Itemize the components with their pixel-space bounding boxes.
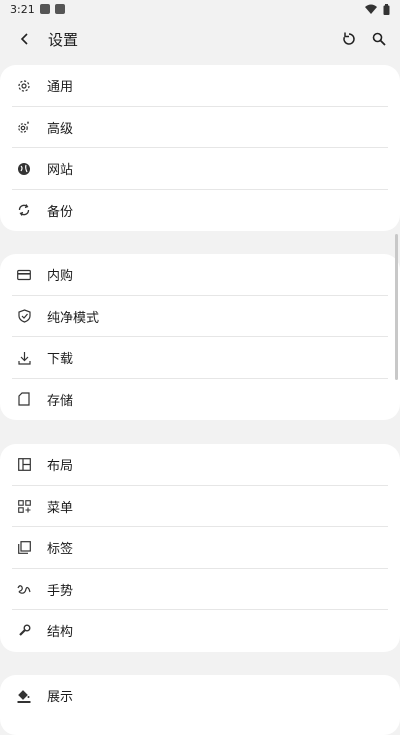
wifi-icon <box>365 4 377 14</box>
settings-item-gesture[interactable]: 手势 <box>0 569 400 611</box>
settings-item-label: 菜单 <box>47 500 74 516</box>
settings-item-download[interactable]: 下载 <box>0 337 400 379</box>
settings-group-general: 通用 高级 网站 备份 <box>0 65 400 231</box>
reset-button[interactable] <box>334 24 364 54</box>
reset-icon <box>343 32 355 45</box>
globe-icon <box>12 162 36 176</box>
settings-item-advanced[interactable]: 高级 <box>0 107 400 149</box>
sync-icon <box>12 203 36 217</box>
settings-item-website[interactable]: 网站 <box>0 148 400 190</box>
credit-card-icon <box>12 269 36 281</box>
layout-icon <box>12 458 36 472</box>
status-right <box>365 3 390 15</box>
settings-item-display[interactable]: 展示 <box>0 675 400 717</box>
download-icon <box>12 351 36 365</box>
settings-item-label: 内购 <box>47 269 74 285</box>
settings-item-general[interactable]: 通用 <box>0 65 400 107</box>
settings-item-storage[interactable]: 存储 <box>0 379 400 421</box>
settings-group-display: 展示 <box>0 675 400 735</box>
menu-grid-icon <box>12 499 36 513</box>
settings-item-purchase[interactable]: 内购 <box>0 254 400 296</box>
settings-item-label: 手势 <box>47 583 74 599</box>
status-bar: 3:21 <box>0 0 400 18</box>
search-button[interactable] <box>364 24 394 54</box>
paint-bucket-icon <box>12 689 36 703</box>
notification-icon <box>54 4 65 14</box>
settings-item-layout[interactable]: 布局 <box>0 444 400 486</box>
status-time: 3:21 <box>10 2 35 16</box>
page-title: 设置 <box>48 30 79 49</box>
back-arrow-icon <box>20 33 28 45</box>
wrench-icon <box>12 624 36 637</box>
settings-item-backup[interactable]: 备份 <box>0 190 400 232</box>
settings-item-label: 结构 <box>47 625 74 641</box>
settings-item-label: 标签 <box>47 542 74 558</box>
gear-icon <box>12 79 36 93</box>
settings-item-label: 下载 <box>47 352 74 368</box>
back-button[interactable] <box>10 24 40 54</box>
tabs-icon <box>12 541 36 555</box>
settings-item-label: 展示 <box>47 690 74 706</box>
app-bar: 设置 <box>0 18 400 60</box>
settings-item-pure-mode[interactable]: 纯净模式 <box>0 296 400 338</box>
settings-item-structure[interactable]: 结构 <box>0 610 400 652</box>
gesture-icon <box>12 583 36 595</box>
settings-item-label: 纯净模式 <box>47 310 100 326</box>
scrollbar[interactable] <box>395 234 398 380</box>
status-left: 3:21 <box>10 3 65 16</box>
notification-icon <box>39 4 50 14</box>
settings-item-label: 高级 <box>47 121 74 137</box>
settings-item-label: 网站 <box>47 163 74 179</box>
shield-icon <box>12 309 36 323</box>
settings-group-layout: 布局 菜单 标签 手势 结构 <box>0 444 400 652</box>
search-icon <box>372 32 386 46</box>
battery-icon <box>383 3 390 15</box>
settings-item-label: 存储 <box>47 393 74 409</box>
settings-item-label: 通用 <box>47 80 74 96</box>
settings-item-label: 布局 <box>47 459 74 475</box>
advanced-gear-icon <box>12 120 36 134</box>
settings-item-menu[interactable]: 菜单 <box>0 486 400 528</box>
settings-item-label: 备份 <box>47 204 74 220</box>
sd-card-icon <box>12 392 36 406</box>
settings-item-tabs[interactable]: 标签 <box>0 527 400 569</box>
settings-group-purchase: 内购 纯净模式 下载 存储 <box>0 254 400 420</box>
